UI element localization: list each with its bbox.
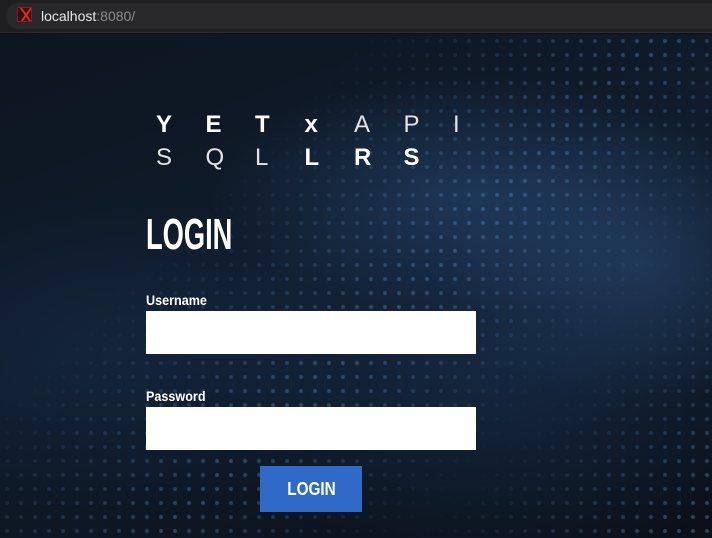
logo-letter: P [403, 111, 420, 138]
logo-letter: E [205, 111, 222, 138]
password-label: Password [146, 388, 206, 404]
logo-letter: L [304, 144, 320, 171]
page-title: LOGIN [146, 210, 233, 259]
logo-letter: S [156, 144, 173, 171]
url-text[interactable]: localhost:8080/ [41, 8, 135, 24]
logo-letter: I [453, 111, 460, 138]
url-host: localhost [41, 8, 97, 24]
app-favicon-icon [17, 7, 32, 22]
url-port: :8080/ [96, 8, 136, 24]
logo-letter: T [255, 111, 270, 138]
password-input[interactable] [146, 407, 476, 450]
logo: Y E T x A P I S Q L L R S [156, 108, 503, 174]
login-button[interactable]: LOGIN [260, 466, 362, 512]
logo-letter: Q [205, 144, 225, 171]
login-button-label: LOGIN [286, 478, 336, 499]
logo-letter: Y [156, 111, 173, 138]
browser-toolbar: localhost:8080/ [0, 0, 712, 33]
logo-letter: A [354, 111, 371, 138]
logo-letter: S [403, 144, 420, 171]
logo-letter: R [354, 144, 372, 171]
username-input[interactable] [146, 311, 476, 354]
username-label: Username [146, 292, 207, 308]
logo-letter: x [304, 111, 318, 138]
logo-letter: L [255, 144, 269, 171]
